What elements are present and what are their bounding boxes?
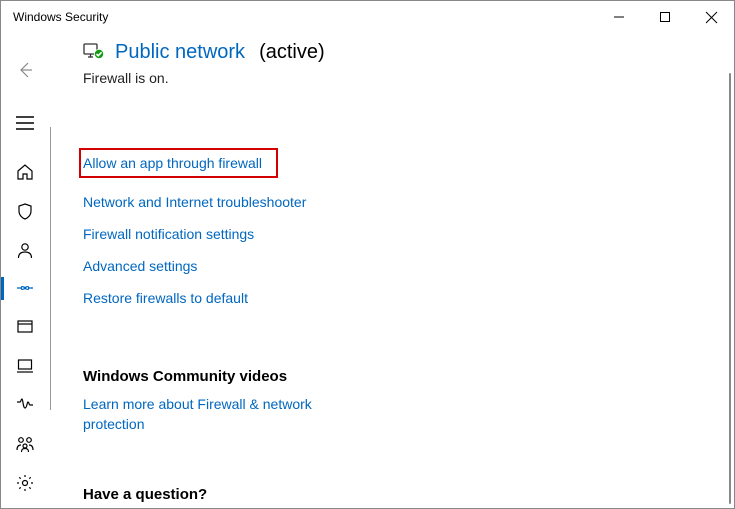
network-status-icon	[83, 42, 105, 63]
question-heading: Have a question?	[83, 486, 714, 503]
nav-family-icon[interactable]	[1, 424, 49, 463]
close-button[interactable]	[688, 1, 734, 33]
window-title: Windows Security	[13, 10, 596, 24]
nav-firewall-icon[interactable]	[1, 269, 49, 308]
restore-defaults-link[interactable]: Restore firewalls to default	[83, 290, 248, 306]
community-heading: Windows Community videos	[83, 368, 714, 385]
nav-virus-icon[interactable]	[1, 191, 49, 230]
nav-account-icon[interactable]	[1, 230, 49, 269]
community-link[interactable]: Learn more about Firewall & network prot…	[83, 395, 343, 434]
nav-device-performance-icon[interactable]	[1, 386, 49, 425]
menu-button[interactable]	[1, 104, 49, 143]
scrollbar[interactable]	[729, 73, 731, 504]
allow-app-link[interactable]: Allow an app through firewall	[83, 155, 262, 171]
back-button[interactable]	[1, 51, 49, 90]
nav-home-icon[interactable]	[1, 153, 49, 192]
minimize-button[interactable]	[596, 1, 642, 33]
advanced-settings-link[interactable]: Advanced settings	[83, 258, 197, 274]
firewall-status: Firewall is on.	[83, 70, 714, 86]
nav-device-security-icon[interactable]	[1, 347, 49, 386]
highlight-allow-app: Allow an app through firewall	[79, 148, 278, 178]
notification-settings-link[interactable]: Firewall notification settings	[83, 226, 254, 242]
nav-app-browser-icon[interactable]	[1, 308, 49, 347]
troubleshooter-link[interactable]: Network and Internet troubleshooter	[83, 194, 306, 210]
network-type-link[interactable]: Public network	[115, 41, 245, 64]
maximize-button[interactable]	[642, 1, 688, 33]
nav-settings-icon[interactable]	[1, 463, 49, 502]
active-label: (active)	[259, 41, 325, 64]
